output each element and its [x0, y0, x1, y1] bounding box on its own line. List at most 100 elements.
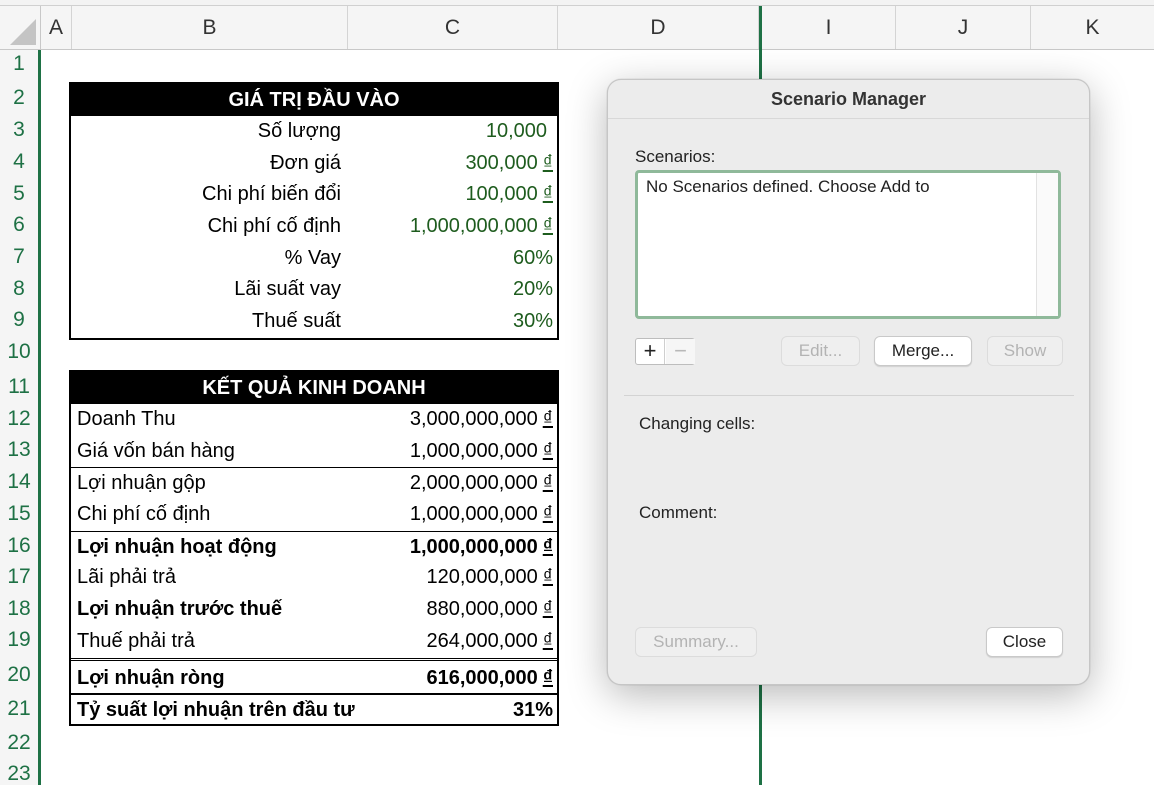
- currency-symbol: ₫: [542, 566, 553, 589]
- select-all-corner[interactable]: [0, 6, 41, 49]
- column-header-j[interactable]: J: [896, 6, 1031, 49]
- merge-button[interactable]: Merge...: [874, 336, 972, 366]
- row-header[interactable]: 17: [0, 565, 38, 589]
- row-header[interactable]: 21: [0, 697, 38, 721]
- column-header-a[interactable]: A: [41, 6, 72, 49]
- input-row[interactable]: % Vay 60%: [71, 243, 557, 275]
- result-row[interactable]: Lợi nhuận trước thuế 880,000,000 ₫: [71, 594, 557, 626]
- input-label: Đơn giá: [270, 151, 341, 174]
- row-header[interactable]: 11: [0, 375, 38, 399]
- result-value: 616,000,000 ₫: [426, 666, 554, 689]
- title-divider: [608, 118, 1089, 119]
- result-value: 264,000,000 ₫: [426, 629, 554, 652]
- row-header[interactable]: 3: [0, 118, 38, 142]
- currency-symbol: ₫: [542, 439, 553, 462]
- currency-symbol: ₫: [542, 408, 553, 430]
- result-row[interactable]: Giá vốn bán hàng 1,000,000,000 ₫: [71, 436, 557, 468]
- row-header[interactable]: 15: [0, 502, 38, 526]
- result-value: 1,000,000,000 ₫: [409, 535, 553, 558]
- currency-symbol: ₫: [542, 151, 553, 174]
- row-header[interactable]: 8: [0, 277, 38, 301]
- input-label: Số lượng: [257, 120, 341, 142]
- result-label: Lợi nhuận ròng: [77, 666, 225, 689]
- changing-cells-label: Changing cells:: [639, 414, 756, 433]
- result-row[interactable]: Tỷ suất lợi nhuận trên đầu tư 31%: [71, 692, 557, 725]
- result-value: 2,000,000,000 ₫: [409, 472, 553, 495]
- dialog-title: Scenario Manager: [770, 89, 927, 109]
- result-row[interactable]: Lãi phải trả 120,000,000 ₫: [71, 562, 557, 594]
- input-row[interactable]: Số lượng 10,000: [71, 116, 557, 148]
- row-header[interactable]: 9: [0, 308, 38, 332]
- add-scenario-button[interactable]: +: [636, 339, 665, 364]
- column-header-bar: A B C D I J K: [0, 6, 1154, 50]
- result-label: Lợi nhuận gộp: [77, 472, 206, 495]
- currency-symbol: ₫: [542, 598, 553, 621]
- result-label: Lợi nhuận hoạt động: [77, 535, 277, 558]
- row-header[interactable]: 22: [0, 731, 38, 755]
- summary-button[interactable]: Summary...: [635, 627, 757, 657]
- section-divider: [624, 395, 1074, 396]
- results-table-title[interactable]: KẾT QUẢ KINH DOANH: [71, 372, 557, 404]
- column-header-k[interactable]: K: [1031, 6, 1154, 49]
- scenarios-list[interactable]: No Scenarios defined. Choose Add to: [635, 170, 1061, 319]
- row-header[interactable]: 19: [0, 628, 38, 652]
- row-header[interactable]: 10: [0, 340, 38, 364]
- close-button[interactable]: Close: [986, 627, 1063, 657]
- row-header[interactable]: 12: [0, 407, 38, 431]
- result-row[interactable]: Doanh Thu 3,000,000,000 ₫: [71, 404, 557, 436]
- row-header[interactable]: 4: [0, 150, 38, 174]
- currency-symbol: ₫: [542, 472, 553, 495]
- result-row[interactable]: Lợi nhuận ròng 616,000,000 ₫: [71, 657, 557, 693]
- scenarios-list-scrollbar[interactable]: [1036, 173, 1058, 316]
- row-header[interactable]: 6: [0, 213, 38, 237]
- row-header[interactable]: 5: [0, 182, 38, 206]
- result-label: Chi phí cố định: [77, 503, 211, 526]
- input-row[interactable]: Chi phí cố định 1,000,000,000 ₫: [71, 211, 557, 243]
- column-header-i[interactable]: I: [762, 6, 896, 49]
- comment-label: Comment:: [639, 503, 718, 522]
- input-row[interactable]: Chi phí biến đổi 100,000 ₫: [71, 179, 557, 211]
- input-row[interactable]: Lãi suất vay 20%: [71, 274, 557, 306]
- input-row[interactable]: Thuế suất 30%: [71, 306, 557, 338]
- result-row[interactable]: Lợi nhuận gộp 2,000,000,000 ₫: [71, 467, 557, 499]
- scenarios-empty-message: No Scenarios defined. Choose Add to: [646, 177, 930, 196]
- result-value: 31%: [512, 698, 553, 721]
- row-header[interactable]: 13: [0, 438, 38, 462]
- input-row[interactable]: Đơn giá 300,000 ₫: [71, 148, 557, 180]
- row-header[interactable]: 2: [0, 86, 38, 110]
- column-header-b[interactable]: B: [72, 6, 348, 49]
- scenarios-label: Scenarios:: [635, 147, 716, 166]
- result-value: 120,000,000 ₫: [426, 566, 554, 589]
- input-value: 30%: [512, 310, 553, 333]
- input-table-title[interactable]: GIÁ TRỊ ĐẦU VÀO: [71, 84, 557, 116]
- result-label: Doanh Thu: [77, 408, 176, 430]
- result-label: Thuế phải trả: [77, 629, 195, 652]
- row-header[interactable]: 23: [0, 762, 38, 785]
- row-header[interactable]: 1: [0, 52, 38, 76]
- result-row[interactable]: Thuế phải trả 264,000,000 ₫: [71, 626, 557, 658]
- result-row[interactable]: Lợi nhuận hoạt động 1,000,000,000 ₫: [71, 530, 557, 563]
- show-button[interactable]: Show: [987, 336, 1063, 366]
- column-header-c[interactable]: C: [348, 6, 558, 49]
- business-results-table: KẾT QUẢ KINH DOANH Doanh Thu 3,000,000,0…: [69, 370, 559, 727]
- currency-symbol: ₫: [542, 535, 553, 558]
- input-value: 60%: [512, 246, 553, 269]
- input-label: % Vay: [284, 246, 341, 269]
- row-header[interactable]: 14: [0, 470, 38, 494]
- edit-button[interactable]: Edit...: [781, 336, 860, 366]
- result-label: Giá vốn bán hàng: [77, 439, 235, 462]
- select-all-triangle-icon: [10, 19, 36, 45]
- result-value: 880,000,000 ₫: [426, 598, 554, 621]
- currency-symbol: ₫: [542, 666, 553, 689]
- remove-scenario-button[interactable]: −: [666, 339, 695, 364]
- input-value: 20%: [512, 278, 553, 301]
- currency-symbol: ₫: [542, 183, 553, 206]
- row-header[interactable]: 16: [0, 534, 38, 558]
- row-header[interactable]: 20: [0, 663, 38, 687]
- row-header[interactable]: 7: [0, 245, 38, 269]
- row-header[interactable]: 18: [0, 597, 38, 621]
- input-label: Lãi suất vay: [234, 278, 341, 301]
- result-row[interactable]: Chi phí cố định 1,000,000,000 ₫: [71, 499, 557, 531]
- currency-symbol: ₫: [542, 215, 553, 238]
- column-header-d[interactable]: D: [558, 6, 759, 49]
